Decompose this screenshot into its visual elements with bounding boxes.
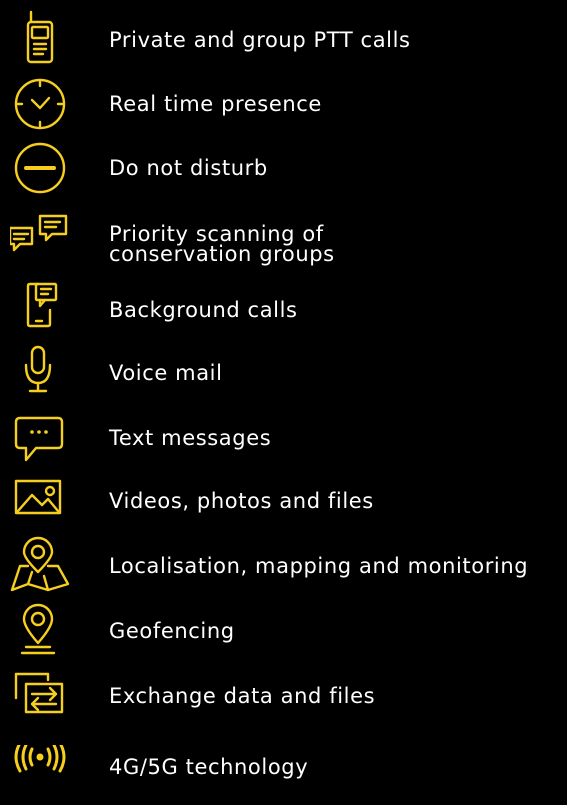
feature-item: Text messages xyxy=(0,408,567,468)
do-not-disturb-icon xyxy=(10,138,70,198)
walkie-talkie-icon xyxy=(10,10,70,70)
feature-label: Videos, photos and files xyxy=(109,489,374,513)
feature-item: Background calls xyxy=(0,280,567,340)
feature-label: Geofencing xyxy=(109,619,235,643)
feature-item: Exchange data and files xyxy=(0,666,567,726)
feature-label: Exchange data and files xyxy=(109,684,376,708)
feature-label: Private and group PTT calls xyxy=(109,28,411,52)
feature-label: Do not disturb xyxy=(109,156,268,180)
feature-label: Real time presence xyxy=(109,92,322,116)
feature-item: Real time presence xyxy=(0,74,567,134)
signal-broadcast-icon xyxy=(10,745,70,805)
feature-item: Videos, photos and files xyxy=(0,471,567,531)
phone-message-icon xyxy=(10,280,70,340)
feature-label: Background calls xyxy=(109,298,298,322)
exchange-icon xyxy=(10,666,70,726)
feature-label: Priority scanning of conservation groups xyxy=(109,222,335,266)
feature-label: Localisation, mapping and monitoring xyxy=(109,554,529,578)
geofence-pin-icon xyxy=(10,601,70,661)
feature-label: Text messages xyxy=(109,426,272,450)
chat-bubbles-icon xyxy=(10,214,70,274)
feature-item: Voice mail xyxy=(0,343,567,403)
feature-label: Voice mail xyxy=(109,361,223,385)
feature-item: 4G/5G technology xyxy=(0,745,567,805)
speech-bubble-icon xyxy=(10,408,70,468)
clock-icon xyxy=(10,74,70,134)
feature-list: Private and group PTT calls Real time pr… xyxy=(0,0,567,789)
image-icon xyxy=(10,471,70,531)
feature-item: Localisation, mapping and monitoring xyxy=(0,536,567,596)
feature-item: Do not disturb xyxy=(0,138,567,198)
feature-item: Priority scanning of conservation groups xyxy=(0,214,567,274)
feature-item: Geofencing xyxy=(0,601,567,661)
feature-label: 4G/5G technology xyxy=(109,755,309,779)
map-pin-icon xyxy=(10,536,70,596)
feature-item: Private and group PTT calls xyxy=(0,10,567,70)
microphone-icon xyxy=(10,343,70,403)
